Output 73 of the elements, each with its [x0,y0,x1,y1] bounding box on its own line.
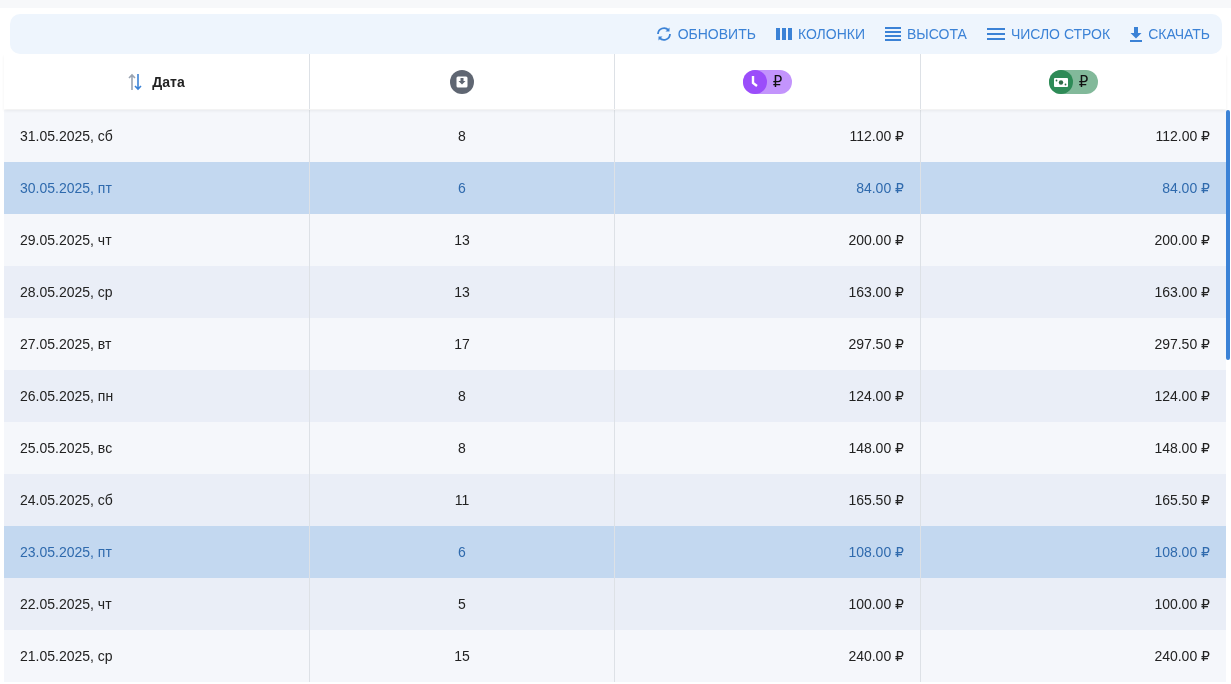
table-cell: 23.05.2025, пт [20,544,112,560]
density-icon [885,27,902,41]
currency-chip: ₽ [742,69,793,94]
table-cell: 100.00 ₽ [1154,596,1210,612]
table-cell: 25.05.2025, вс [20,440,113,456]
table-cell: 27.05.2025, вт [20,336,112,352]
table-cell: 108.00 ₽ [848,544,904,560]
table-cell: 6 [458,180,466,196]
table-cell: 26.05.2025, пн [20,388,114,404]
table-cell: 29.05.2025, чт [20,232,112,248]
table-cell: 124.00 ₽ [1154,388,1210,404]
table-cell: 30.05.2025, пт [20,180,112,196]
table-row[interactable]: 31.05.2025, сб 8 112.00 ₽ 112.00 ₽ [4,110,1226,162]
scrollbar-thumb[interactable] [1226,110,1230,360]
table-row[interactable]: 28.05.2025, ср 13 163.00 ₽ 163.00 ₽ [4,266,1226,318]
table-cell: 200.00 ₽ [848,232,904,248]
table-cell: 108.00 ₽ [1154,544,1210,560]
download-icon [1130,26,1143,42]
table-cell: 240.00 ₽ [1154,648,1210,664]
inbox-icon [450,69,474,94]
table-row[interactable]: 27.05.2025, вт 17 297.50 ₽ 297.50 ₽ [4,318,1226,370]
refresh-icon [655,27,672,41]
table-cell: 148.00 ₽ [1154,440,1210,456]
table-row[interactable]: 26.05.2025, пн 8 124.00 ₽ 124.00 ₽ [4,370,1226,422]
currency-chip: ₽ [1048,69,1099,94]
table-cell: 31.05.2025, сб [20,128,113,144]
table-cell: 8 [458,388,466,404]
table-cell: 163.00 ₽ [848,284,904,300]
toolbar-button[interactable]: КОЛОНКИ [769,22,872,46]
table-cell: 21.05.2025, ср [20,648,113,664]
toolbar-button[interactable]: СКАЧАТЬ [1124,22,1216,46]
table-cell: 165.50 ₽ [1154,492,1210,508]
column-header[interactable]: ₽ [921,54,1226,109]
table-cell: 5 [458,596,466,612]
table-cell: 13 [454,284,470,300]
table-cell: 8 [458,128,466,144]
table-row[interactable]: 30.05.2025, пт 6 84.00 ₽ 84.00 ₽ [4,162,1226,214]
table-cell: 8 [458,440,466,456]
toolbar-button[interactable]: ОБНОВИТЬ [649,22,762,46]
toolbar-button[interactable]: ВЫСОТА [879,22,973,46]
table-cell: 165.50 ₽ [848,492,904,508]
table-cell: 240.00 ₽ [848,648,904,664]
table-cell: 84.00 ₽ [1162,180,1210,196]
table-cell: 112.00 ₽ [1155,128,1210,144]
table-cell: 13 [454,232,470,248]
table-cell: 17 [454,336,470,352]
sort-icon [128,72,143,91]
column-header[interactable]: ₽ [615,54,921,109]
table-row[interactable]: 21.05.2025, ср 15 240.00 ₽ 240.00 ₽ [4,630,1226,682]
toolbar-button[interactable]: ЧИСЛО СТРОК [980,22,1117,46]
table-cell: 148.00 ₽ [848,440,904,456]
table-cell: 112.00 ₽ [849,128,904,144]
column-header[interactable]: Дата [4,54,310,109]
table-cell: 24.05.2025, сб [20,492,113,508]
table-cell: 297.50 ₽ [848,336,904,352]
columns-icon [775,28,792,40]
table-cell: 163.00 ₽ [1154,284,1210,300]
table-row[interactable]: 23.05.2025, пт 6 108.00 ₽ 108.00 ₽ [4,526,1226,578]
table-cell: 11 [454,492,470,508]
table-cell: 124.00 ₽ [848,388,904,404]
table-row[interactable]: 22.05.2025, чт 5 100.00 ₽ 100.00 ₽ [4,578,1226,630]
table-cell: 200.00 ₽ [1154,232,1210,248]
table-row[interactable]: 25.05.2025, вс 8 148.00 ₽ 148.00 ₽ [4,422,1226,474]
table-cell: 297.50 ₽ [1154,336,1210,352]
table-cell: 22.05.2025, чт [20,596,112,612]
table-row[interactable]: 24.05.2025, сб 11 165.50 ₽ 165.50 ₽ [4,474,1226,526]
lines-icon [986,28,1005,40]
table-cell: 15 [454,648,470,664]
table-cell: 6 [458,544,466,560]
table-cell: 100.00 ₽ [848,596,904,612]
table-cell: 28.05.2025, ср [20,284,113,300]
table-cell: 84.00 ₽ [856,180,904,196]
table-row[interactable]: 29.05.2025, чт 13 200.00 ₽ 200.00 ₽ [4,214,1226,266]
